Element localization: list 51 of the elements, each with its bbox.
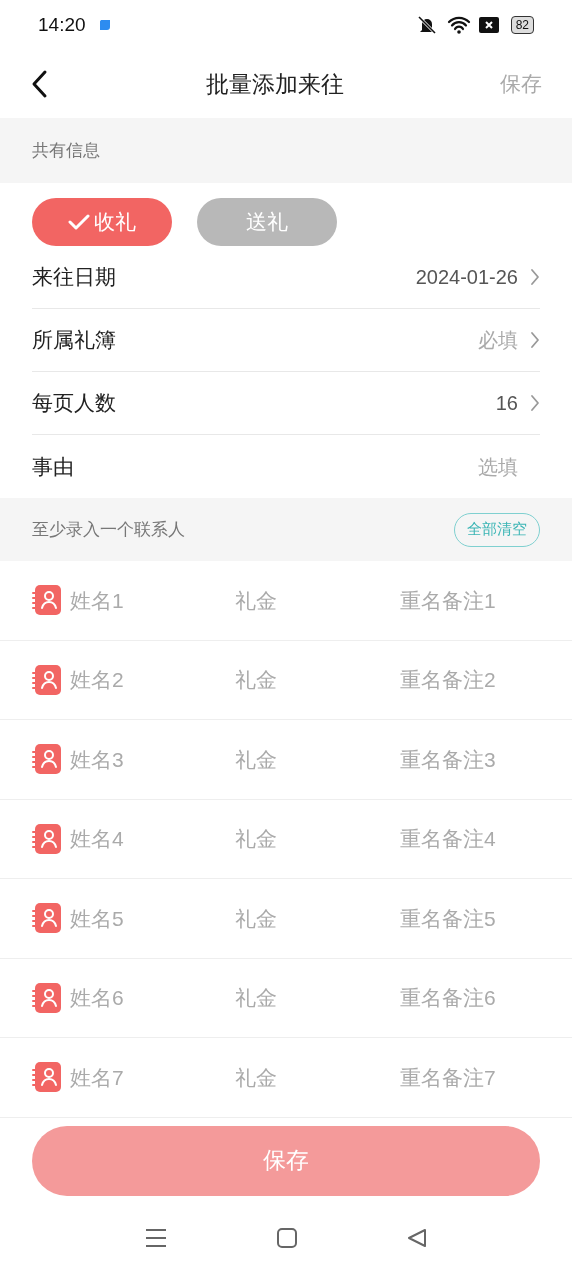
amount-input[interactable]: 礼金	[235, 664, 365, 696]
sim-blocked-icon	[478, 16, 499, 34]
field-label: 每页人数	[32, 390, 116, 417]
remark-input[interactable]: 重名备注6	[400, 982, 530, 1014]
name-input[interactable]: 姓名1	[70, 584, 200, 616]
check-icon	[68, 213, 90, 231]
section-title: 共有信息	[32, 139, 100, 162]
menu-icon[interactable]	[145, 1227, 167, 1248]
contact-book-icon[interactable]	[32, 981, 62, 1014]
contact-book-icon[interactable]	[32, 822, 62, 855]
remark-input[interactable]: 重名备注1	[400, 584, 530, 616]
wifi-icon	[446, 15, 471, 35]
name-input[interactable]: 姓名3	[70, 743, 200, 775]
contact-book-icon[interactable]	[32, 902, 62, 935]
status-time: 14:20	[38, 12, 86, 37]
header-save-button[interactable]: 保存	[500, 68, 542, 100]
name-input[interactable]: 姓名2	[70, 664, 200, 696]
amount-input[interactable]: 礼金	[235, 1061, 365, 1093]
field-value[interactable]: 16	[495, 388, 518, 418]
amount-input[interactable]: 礼金	[235, 982, 365, 1014]
contact-book-icon[interactable]	[32, 584, 62, 617]
amount-input[interactable]: 礼金	[235, 902, 365, 934]
name-input[interactable]: 姓名7	[70, 1061, 200, 1093]
remark-input[interactable]: 重名备注7	[400, 1061, 530, 1093]
field-value[interactable]: 2024-01-26	[415, 262, 518, 292]
contact-book-icon[interactable]	[32, 663, 62, 696]
back-triangle-icon[interactable]	[407, 1227, 427, 1248]
remark-input[interactable]: 重名备注5	[400, 902, 530, 934]
amount-input[interactable]: 礼金	[235, 743, 365, 775]
field-label: 来往日期	[32, 264, 116, 291]
field-label: 事由	[32, 453, 74, 480]
name-input[interactable]: 姓名4	[70, 823, 200, 855]
amount-input[interactable]: 礼金	[235, 823, 365, 855]
section-title: 至少录入一个联系人	[32, 518, 185, 541]
battery-indicator: 82	[510, 16, 534, 34]
field-input[interactable]: 选填	[398, 451, 518, 482]
field-input[interactable]: 必填	[398, 325, 518, 355]
amount-input[interactable]: 礼金	[235, 584, 365, 616]
contact-book-icon[interactable]	[32, 743, 62, 776]
gift-type-toggle[interactable]: 收礼	[32, 198, 172, 246]
remark-input[interactable]: 重名备注3	[400, 743, 530, 775]
home-icon[interactable]	[277, 1227, 297, 1248]
contact-book-icon[interactable]	[32, 1061, 62, 1094]
gift-type-toggle[interactable]: 送礼	[197, 198, 337, 246]
remark-input[interactable]: 重名备注4	[400, 823, 530, 855]
app-notification-icon	[97, 18, 112, 32]
remark-input[interactable]: 重名备注2	[400, 664, 530, 696]
field-label: 所属礼簿	[32, 327, 116, 354]
name-input[interactable]: 姓名6	[70, 982, 200, 1014]
name-input[interactable]: 姓名5	[70, 902, 200, 934]
page-title: 批量添加来往	[206, 69, 344, 99]
